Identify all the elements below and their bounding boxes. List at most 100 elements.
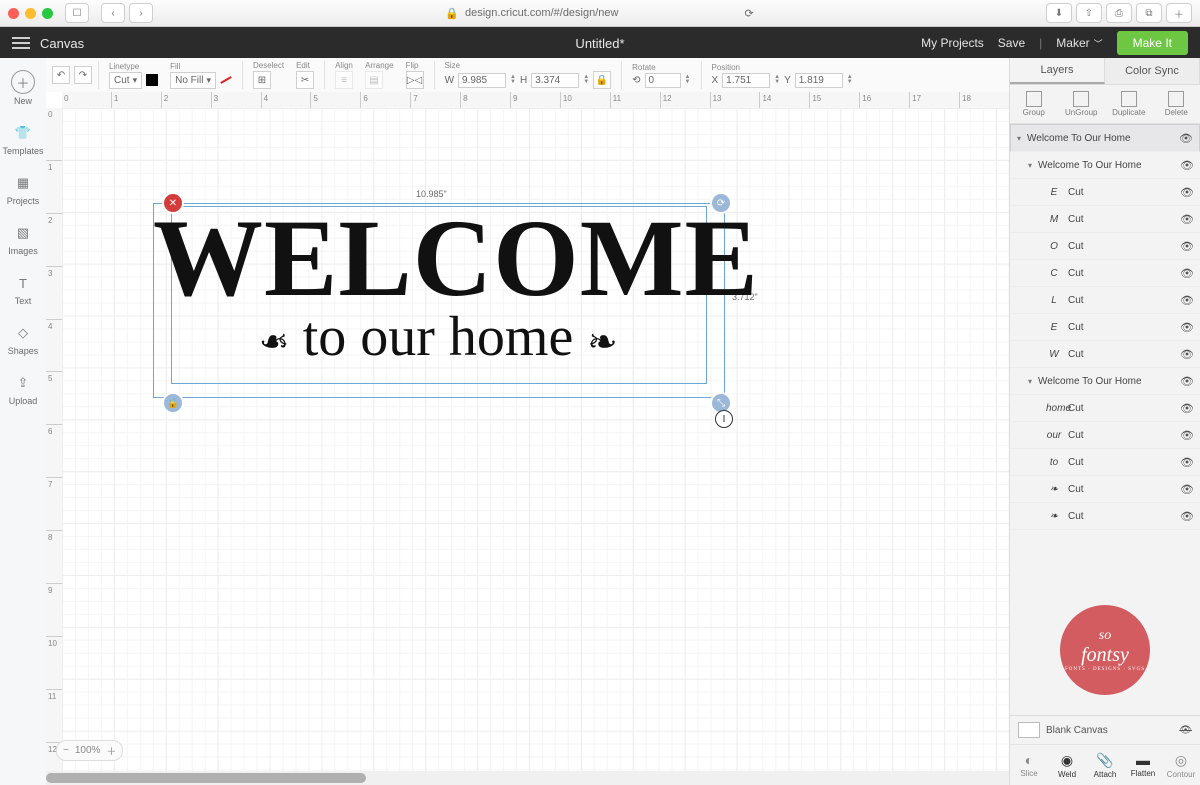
scroll-thumb[interactable] <box>46 773 366 783</box>
y-input[interactable]: 1.819 <box>795 73 843 88</box>
menu-icon[interactable] <box>12 37 30 49</box>
scrollbar-h[interactable] <box>46 771 1010 785</box>
expand-icon[interactable]: ▾ <box>1028 377 1032 386</box>
arrange-button[interactable]: ▤ <box>365 71 383 89</box>
eye-icon[interactable]: 👁 <box>1180 294 1194 307</box>
fill-select[interactable]: No Fill ▾ <box>170 72 216 89</box>
deselect-button[interactable]: ⊞ <box>253 71 271 89</box>
canvas-swatch[interactable] <box>1018 722 1040 738</box>
zoom-control[interactable]: − 100% ＋ <box>56 740 123 761</box>
traffic-close[interactable] <box>8 8 19 19</box>
act-attach[interactable]: 📎Attach <box>1086 745 1124 785</box>
traffic-max[interactable] <box>42 8 53 19</box>
layer-row[interactable]: ourCut👁 <box>1010 422 1200 449</box>
act-slice[interactable]: ◐Slice <box>1010 745 1048 785</box>
tool-shapes[interactable]: ◇Shapes <box>8 322 39 356</box>
machine-select[interactable]: Maker ﹀ <box>1056 36 1102 50</box>
zoom-out-icon[interactable]: − <box>63 745 69 756</box>
eye-icon[interactable]: 👁 <box>1180 375 1194 388</box>
linetype-select[interactable]: Cut ▾ <box>109 72 142 89</box>
eye-icon[interactable]: 👁 <box>1180 321 1194 334</box>
x-input[interactable]: 1.751 <box>722 73 770 88</box>
make-it-button[interactable]: Make It <box>1117 31 1188 55</box>
act-duplicate[interactable]: Duplicate <box>1105 85 1153 123</box>
no-fill-icon <box>220 76 231 84</box>
layer-row[interactable]: ▾Welcome To Our Home👁 <box>1010 368 1200 395</box>
layer-name: Cut <box>1068 187 1084 198</box>
rotate-input[interactable]: 0 <box>645 73 681 88</box>
save-link[interactable]: Save <box>998 36 1025 50</box>
layer-row[interactable]: ❧Cut👁 <box>1010 503 1200 530</box>
add-tab-icon[interactable]: ＋ <box>1166 3 1192 23</box>
edit-button[interactable]: ✂ <box>296 71 314 89</box>
expand-icon[interactable]: ▾ <box>1017 134 1021 143</box>
tool-projects[interactable]: ▦Projects <box>7 172 40 206</box>
nav-back-icon[interactable]: ‹ <box>101 3 125 23</box>
act-delete[interactable]: Delete <box>1153 85 1200 123</box>
eye-icon[interactable]: 👁 <box>1180 348 1194 361</box>
eye-icon[interactable]: 👁 <box>1180 456 1194 469</box>
eye-icon[interactable]: 👁 <box>1180 429 1194 442</box>
act-contour[interactable]: ◎Contour <box>1162 745 1200 785</box>
layer-row[interactable]: ECut👁 <box>1010 314 1200 341</box>
reload-icon[interactable]: ⟳ <box>744 7 753 20</box>
zoom-in-icon[interactable]: ＋ <box>106 743 116 758</box>
undo-button[interactable]: ↶ <box>52 66 70 84</box>
act-ungroup[interactable]: UnGroup <box>1058 85 1106 123</box>
lock-aspect-icon[interactable]: 🔒 <box>593 71 611 89</box>
layer-row[interactable]: toCut👁 <box>1010 449 1200 476</box>
nav-forward-icon[interactable]: › <box>129 3 153 23</box>
eye-icon[interactable]: 👁 <box>1180 186 1194 199</box>
tab-layers[interactable]: Layers <box>1010 58 1105 84</box>
color-swatch[interactable] <box>146 74 158 86</box>
eye-icon[interactable]: 👁 <box>1180 483 1194 496</box>
layer-row[interactable]: ▾Welcome To Our Home👁 <box>1010 152 1200 179</box>
height-input[interactable]: 3.374 <box>531 73 579 88</box>
layer-thumb: L <box>1046 295 1062 306</box>
layer-row[interactable]: WCut👁 <box>1010 341 1200 368</box>
text-cursor-icon[interactable]: I <box>715 410 733 428</box>
share-icon[interactable]: ⇧ <box>1076 3 1102 23</box>
layer-row[interactable]: ECut👁 <box>1010 179 1200 206</box>
flip-button[interactable]: ▷◁ <box>406 71 424 89</box>
eye-icon[interactable]: 👁 <box>1180 213 1194 226</box>
sidebar-toggle-icon[interactable]: ☐ <box>65 3 89 23</box>
layer-row[interactable]: homeCut👁 <box>1010 395 1200 422</box>
canvas[interactable]: 0123456789101112131415161718 01234567891… <box>46 92 1010 785</box>
align-button[interactable]: ≡ <box>335 71 353 89</box>
layer-row[interactable]: CCut👁 <box>1010 260 1200 287</box>
download-icon[interactable]: ⬇ <box>1046 3 1072 23</box>
layer-row[interactable]: MCut👁 <box>1010 206 1200 233</box>
eye-icon[interactable]: 👁 <box>1180 159 1194 172</box>
width-input[interactable]: 9.985 <box>458 73 506 88</box>
print-icon[interactable]: ⎙ <box>1106 3 1132 23</box>
eye-icon[interactable]: 👁 <box>1180 240 1194 253</box>
blank-canvas-row[interactable]: Blank Canvas 👁 <box>1010 716 1200 744</box>
layer-row[interactable]: ▾Welcome To Our Home👁 <box>1010 124 1200 152</box>
act-flatten[interactable]: ▬Flatten <box>1124 745 1162 785</box>
act-weld[interactable]: ◉Weld <box>1048 745 1086 785</box>
redo-button[interactable]: ↷ <box>74 66 92 84</box>
tool-images[interactable]: ▧Images <box>8 222 38 256</box>
expand-icon[interactable]: ▾ <box>1028 161 1032 170</box>
tool-templates[interactable]: 👕Templates <box>2 122 43 156</box>
tab-color-sync[interactable]: Color Sync <box>1105 58 1200 84</box>
artwork[interactable]: WELCOME ❧ to our home ❧ <box>153 203 723 396</box>
my-projects-link[interactable]: My Projects <box>921 36 984 50</box>
eye-icon[interactable]: 👁 <box>1180 267 1194 280</box>
layer-thumb: our <box>1046 430 1062 441</box>
traffic-min[interactable] <box>25 8 36 19</box>
layer-row[interactable]: OCut👁 <box>1010 233 1200 260</box>
act-group[interactable]: Group <box>1010 85 1058 123</box>
tabs-icon[interactable]: ⧉ <box>1136 3 1162 23</box>
tool-upload[interactable]: ⇪Upload <box>9 372 38 406</box>
eye-off-icon[interactable]: 👁 <box>1179 725 1192 736</box>
eye-icon[interactable]: 👁 <box>1179 132 1193 145</box>
tool-new[interactable]: ＋New <box>11 70 35 106</box>
layer-row[interactable]: LCut👁 <box>1010 287 1200 314</box>
eye-icon[interactable]: 👁 <box>1180 510 1194 523</box>
eye-icon[interactable]: 👁 <box>1180 402 1194 415</box>
tool-text[interactable]: TText <box>12 272 34 306</box>
divider <box>701 61 702 89</box>
layer-row[interactable]: ❧Cut👁 <box>1010 476 1200 503</box>
